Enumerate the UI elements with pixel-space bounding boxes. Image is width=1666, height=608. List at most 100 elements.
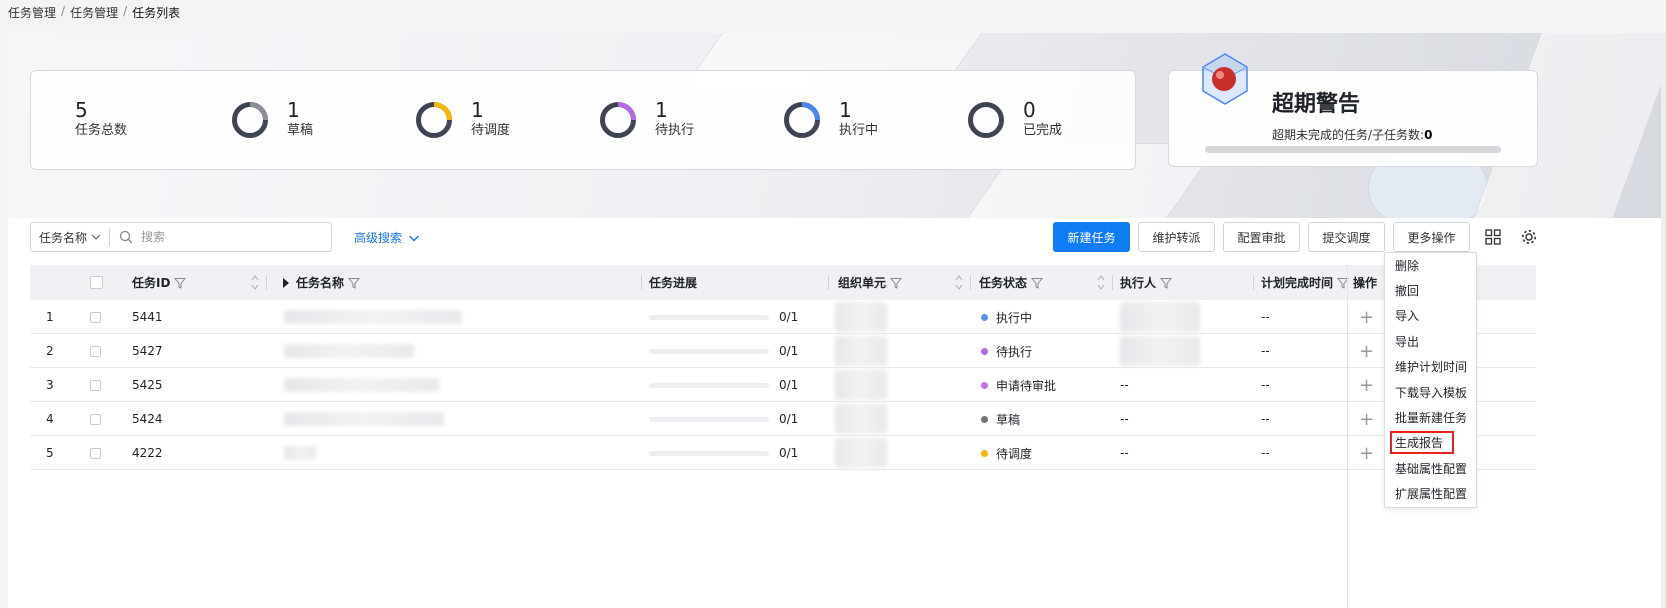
config-approval-button[interactable]: 配置审批 <box>1223 222 1300 252</box>
task-status-cell: 待执行 <box>981 334 1032 368</box>
select-all-checkbox[interactable] <box>90 276 103 289</box>
menu-item-download-import-template[interactable]: 下载导入模板 <box>1385 380 1478 405</box>
table-row[interactable]: 1 5441 0/1 执行中 -- + <box>30 300 1536 334</box>
breadcrumb-separator: / <box>61 4 66 18</box>
executor-name: -- <box>1120 446 1129 460</box>
breadcrumb-item[interactable]: 任务管理 <box>8 4 56 21</box>
task-name-cell[interactable] <box>284 436 316 470</box>
more-operations-menu: 删除 撤回 导入 导出 维护计划时间 下载导入模板 批量新建任务 生成报告 基础… <box>1384 252 1477 508</box>
executor-redacted <box>1120 302 1200 332</box>
stat-value: 0 <box>1023 98 1036 122</box>
select-all-checkbox-cell <box>90 265 104 300</box>
task-progress-cell: 0/1 <box>649 300 798 334</box>
stat-total[interactable]: 5 任务总数 <box>75 99 127 141</box>
menu-item-delete[interactable]: 删除 <box>1385 253 1478 278</box>
row-checkbox[interactable] <box>90 345 101 357</box>
more-operations-button[interactable]: 更多操作 <box>1393 222 1470 252</box>
org-unit-redacted <box>835 404 887 434</box>
pending-schedule-progress-ring-icon <box>416 102 452 138</box>
column-header-label: 任务名称 <box>296 276 345 290</box>
task-name-redacted <box>284 412 444 426</box>
stat-pending-execute[interactable]: 1 待执行 <box>599 99 694 141</box>
column-header-status[interactable]: 任务状态 <box>979 265 1113 300</box>
table-body: 1 5441 0/1 执行中 -- + 2 5427 0/1 待执行 -- + … <box>30 300 1536 470</box>
add-subtask-button[interactable]: + <box>1359 300 1374 334</box>
task-id: 5424 <box>132 412 163 426</box>
breadcrumb-item[interactable]: 任务管理 <box>70 4 118 21</box>
gear-icon[interactable] <box>1520 228 1538 246</box>
add-subtask-button[interactable]: + <box>1359 334 1374 368</box>
menu-item-extended-attribute-config[interactable]: 扩展属性配置 <box>1385 481 1478 506</box>
draft-progress-ring-icon <box>232 102 268 138</box>
task-name-cell[interactable] <box>284 368 439 402</box>
advanced-search-toggle[interactable]: 高级搜索 <box>354 229 420 246</box>
task-id: 5425 <box>132 378 163 392</box>
row-checkbox[interactable] <box>90 379 101 391</box>
column-header-org[interactable]: 组织单元 <box>838 265 971 300</box>
stat-executing[interactable]: 1 执行中 <box>783 99 878 141</box>
column-divider <box>1253 275 1254 290</box>
table-row[interactable]: 2 5427 0/1 待执行 -- + <box>30 334 1536 368</box>
page-scrollbar[interactable] <box>1661 33 1666 608</box>
table-row[interactable]: 4 5424 0/1 草稿 -- -- + <box>30 402 1536 436</box>
maintain-transfer-button[interactable]: 维护转派 <box>1138 222 1215 252</box>
row-checkbox-cell <box>90 436 101 470</box>
table-row[interactable]: 3 5425 0/1 申请待审批 -- -- + <box>30 368 1536 402</box>
submit-schedule-button[interactable]: 提交调度 <box>1308 222 1385 252</box>
search-input[interactable] <box>141 230 302 244</box>
plan-time-cell: -- <box>1261 344 1270 358</box>
menu-item-import[interactable]: 导入 <box>1385 303 1478 328</box>
new-task-button[interactable]: 新建任务 <box>1053 222 1130 252</box>
menu-item-export[interactable]: 导出 <box>1385 329 1478 354</box>
add-subtask-button[interactable]: + <box>1359 436 1374 470</box>
search-field-select[interactable]: 任务名称 <box>31 228 111 246</box>
column-header-label: 操作 <box>1353 276 1378 290</box>
row-checkbox[interactable] <box>90 447 101 459</box>
filter-icon[interactable] <box>348 277 361 289</box>
stat-pending-schedule[interactable]: 1 待调度 <box>415 99 510 141</box>
filter-icon[interactable] <box>1031 277 1044 289</box>
menu-item-withdraw[interactable]: 撤回 <box>1385 278 1478 303</box>
table-row[interactable]: 5 4222 0/1 待调度 -- -- + <box>30 436 1536 470</box>
grid-view-icon[interactable] <box>1484 228 1502 246</box>
menu-item-generate-report[interactable]: 生成报告 <box>1389 430 1455 455</box>
task-name-cell[interactable] <box>284 334 414 368</box>
menu-item-basic-attribute-config[interactable]: 基础属性配置 <box>1385 456 1478 481</box>
caret-right-icon[interactable] <box>282 277 290 288</box>
filter-icon[interactable] <box>890 277 903 289</box>
plan-time-cell: -- <box>1261 446 1270 460</box>
add-subtask-button[interactable]: + <box>1359 368 1374 402</box>
plan-time-cell: -- <box>1261 378 1270 392</box>
plan-time-cell: -- <box>1261 310 1270 324</box>
stat-value: 1 <box>287 98 300 122</box>
add-subtask-button[interactable]: + <box>1359 402 1374 436</box>
sort-icon[interactable] <box>251 274 259 291</box>
org-unit-redacted <box>835 302 887 332</box>
task-status: 待执行 <box>996 344 1033 359</box>
column-divider <box>266 275 267 290</box>
filter-icon[interactable] <box>1160 277 1173 289</box>
sort-icon[interactable] <box>955 274 963 291</box>
sort-icon[interactable] <box>1097 274 1105 291</box>
menu-item-batch-create-tasks[interactable]: 批量新建任务 <box>1385 405 1478 430</box>
column-header-executor[interactable]: 执行人 <box>1120 265 1254 300</box>
task-stats-card: 5 任务总数 1 草稿 1 待调度 1 待执行 1 执行中 0 已完成 <box>30 70 1136 170</box>
task-name-cell[interactable] <box>284 300 462 334</box>
task-name-cell[interactable] <box>284 402 444 436</box>
column-header-name[interactable]: 任务名称 <box>282 265 642 300</box>
org-unit-cell <box>835 334 887 368</box>
executor-cell: -- <box>1120 436 1129 470</box>
row-checkbox[interactable] <box>90 311 101 323</box>
stat-value: 1 <box>839 98 852 122</box>
column-header-id[interactable]: 任务ID <box>132 265 267 300</box>
stat-draft[interactable]: 1 草稿 <box>231 99 313 141</box>
row-index: 2 <box>46 344 54 358</box>
column-header-plan-time[interactable]: 计划完成时间 <box>1261 265 1349 300</box>
filter-icon[interactable] <box>174 277 187 289</box>
stat-completed[interactable]: 0 已完成 <box>967 99 1062 141</box>
task-progress-text: 0/1 <box>779 378 799 392</box>
task-table: 任务ID 任务名称 任务进展 组织单元 任务状态 执行人 计划完成时间 操作 1… <box>30 265 1536 470</box>
menu-item-maintain-plan-time[interactable]: 维护计划时间 <box>1385 354 1478 379</box>
row-checkbox[interactable] <box>90 413 101 425</box>
completed-progress-ring-icon <box>968 102 1004 138</box>
